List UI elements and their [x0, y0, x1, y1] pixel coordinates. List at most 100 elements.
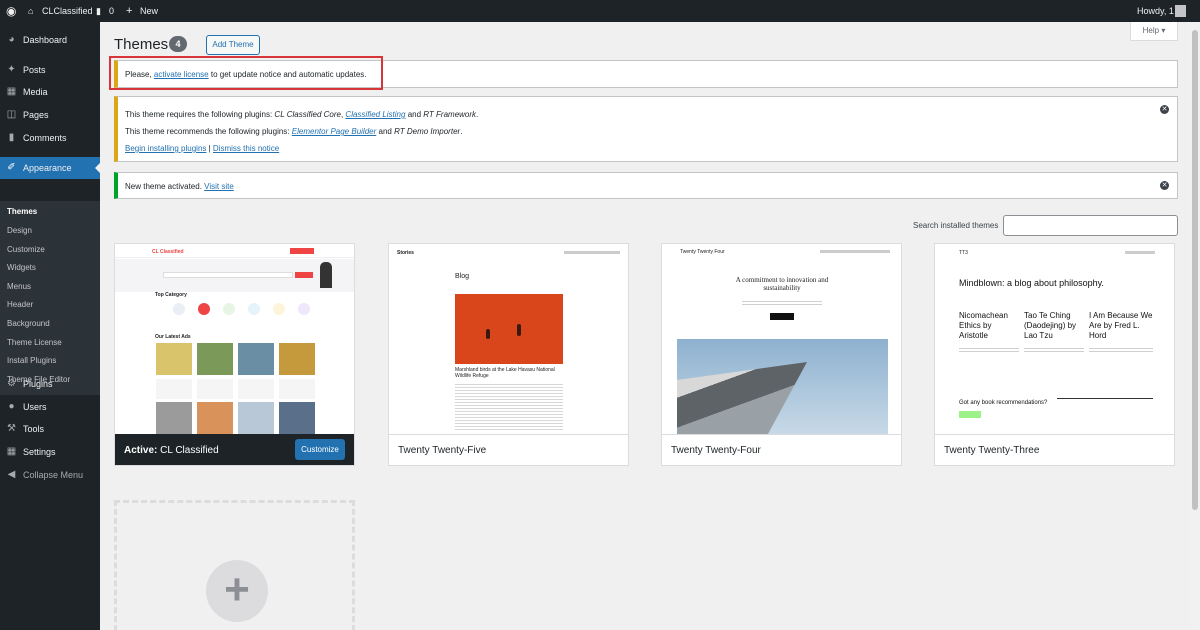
admin-bar: ◉ ⌂ CLClassified ▮ 0 + New Howdy, 1: [0, 0, 1200, 22]
preview-post-button: [290, 248, 314, 254]
preview-bird: [486, 329, 490, 339]
theme-card-cl-classified[interactable]: CL Classified Top Category Our Latest Ad…: [114, 243, 355, 466]
scrollbar[interactable]: [1190, 22, 1200, 630]
pin-icon: ✦: [7, 64, 16, 75]
menu-appearance[interactable]: ✐ Appearance: [0, 157, 100, 179]
preview-cat: [198, 303, 210, 315]
preview-hero-image: [455, 294, 563, 364]
theme-card-twenty-twenty-three[interactable]: TT3 Mindblown: a blog about philosophy. …: [934, 243, 1175, 466]
comment-bubble-icon[interactable]: ▮: [96, 0, 101, 22]
begin-installing-link[interactable]: Begin installing plugins: [125, 144, 206, 153]
preview-excerpt: [1024, 346, 1084, 354]
menu-plugins[interactable]: ⚙ Plugins: [0, 373, 100, 395]
avatar[interactable]: [1175, 5, 1186, 17]
submenu-widgets[interactable]: Widgets: [7, 259, 36, 277]
theme-name: Twenty Twenty-Four: [671, 445, 761, 456]
search-themes-input[interactable]: [1003, 215, 1178, 236]
theme-card-twenty-twenty-four[interactable]: Twenty Twenty Four A commitment to innov…: [661, 243, 902, 466]
preview-person: [320, 262, 332, 288]
preview-site-title: Stories: [397, 250, 414, 256]
plus-icon[interactable]: +: [126, 0, 132, 22]
add-new-theme-card[interactable]: +: [114, 500, 355, 630]
howdy-user[interactable]: Howdy, 1: [1137, 0, 1174, 22]
preview-ad-image: [238, 343, 274, 375]
preview-send-button: [959, 411, 981, 418]
collapse-icon: ◀: [7, 469, 16, 480]
customize-button[interactable]: Customize: [295, 439, 345, 460]
theme-count-badge: 4: [169, 36, 187, 52]
preview-cat: [248, 303, 260, 315]
site-name-link[interactable]: CLClassified: [42, 0, 93, 22]
preview-post-title: I Am Because We Are by Fred L. Hord: [1089, 311, 1153, 340]
preview-nav: [1125, 251, 1155, 254]
theme-screenshot[interactable]: TT3 Mindblown: a blog about philosophy. …: [935, 244, 1174, 434]
preview-excerpt: [1089, 346, 1153, 354]
submenu-background[interactable]: Background: [7, 315, 50, 333]
menu-tools[interactable]: ⚒ Tools: [0, 418, 100, 440]
preview-logo: CL Classified: [152, 249, 184, 255]
theme-screenshot[interactable]: Stories Blog Marshland birds at the Lake…: [389, 244, 628, 434]
submenu-themes[interactable]: Themes: [7, 203, 37, 221]
page-title: Themes: [114, 36, 169, 53]
preview-ad-image: [156, 402, 192, 434]
active-theme-name: Active: CL Classified: [124, 445, 219, 456]
preview-ad-image: [197, 402, 233, 434]
preview-ad-image: [279, 402, 315, 434]
dismiss-notice-link[interactable]: Dismiss this notice: [213, 144, 279, 153]
users-icon: ●: [8, 401, 15, 412]
preview-search-button: [295, 272, 313, 278]
admin-sidebar: ◕ Dashboard ✦ Posts ▦ Media ◫ Pages ▮ Comment…: [0, 22, 100, 630]
theme-footer: Twenty Twenty-Four: [662, 434, 901, 465]
preview-site-title: Twenty Twenty Four: [680, 249, 725, 255]
comment-icon: ▮: [8, 132, 15, 143]
classified-listing-link[interactable]: Classified Listing: [345, 110, 405, 119]
elementor-link[interactable]: Elementor Page Builder: [292, 127, 377, 136]
close-icon[interactable]: ✕: [1160, 105, 1169, 114]
highlight-box: [109, 56, 383, 90]
preview-ad-image: [197, 343, 233, 375]
pages-icon: ◫: [6, 109, 17, 120]
submenu-theme-license[interactable]: Theme License: [7, 334, 62, 352]
required-plugins-text: This theme requires the following plugin…: [125, 110, 479, 119]
close-icon[interactable]: ✕: [1160, 181, 1169, 190]
new-content-link[interactable]: New: [140, 0, 158, 22]
preview-cat: [173, 303, 185, 315]
plus-icon[interactable]: +: [206, 560, 268, 622]
menu-dashboard[interactable]: ◕ Dashboard: [0, 29, 100, 51]
comments-count[interactable]: 0: [109, 0, 114, 22]
preview-latest-title: Our Latest Ads: [155, 334, 191, 340]
preview-site-title: TT3: [959, 250, 968, 256]
submenu-menus[interactable]: Menus: [7, 278, 31, 296]
submenu-header[interactable]: Header: [7, 296, 33, 314]
submenu-install-plugins[interactable]: Install Plugins: [7, 352, 56, 370]
theme-footer: Twenty Twenty-Three: [935, 434, 1174, 465]
menu-settings[interactable]: ▦ Settings: [0, 441, 100, 463]
preview-bird: [517, 324, 521, 336]
home-icon[interactable]: ⌂: [28, 0, 33, 22]
theme-card-twenty-twenty-five[interactable]: Stories Blog Marshland birds at the Lake…: [388, 243, 629, 466]
submenu-design[interactable]: Design: [7, 222, 32, 240]
paintbrush-icon: ✐: [7, 162, 16, 173]
preview-post-title: Tao Te Ching (Daodejing) by Lao Tzu: [1024, 311, 1077, 340]
menu-posts[interactable]: ✦ Posts: [0, 59, 100, 81]
theme-screenshot[interactable]: CL Classified Top Category Our Latest Ad…: [115, 244, 354, 434]
main-content: Themes 4 Add Theme Help ▾ Please, activa…: [100, 22, 1190, 630]
preview-ad-text: [197, 379, 233, 399]
preview-subtext: [742, 299, 822, 306]
menu-users[interactable]: ● Users: [0, 396, 100, 418]
wordpress-logo-icon[interactable]: ◉: [6, 0, 16, 22]
help-tab-button[interactable]: Help ▾: [1130, 22, 1178, 41]
preview-cat: [298, 303, 310, 315]
preview-excerpt: [959, 346, 1019, 354]
menu-comments[interactable]: ▮ Comments: [0, 127, 100, 149]
preview-heading: A commitment to innovation and sustainab…: [735, 276, 829, 292]
preview-ad-image: [156, 343, 192, 375]
menu-pages[interactable]: ◫ Pages: [0, 104, 100, 126]
submenu-customize[interactable]: Customize: [7, 241, 45, 259]
visit-site-link[interactable]: Visit site: [204, 182, 234, 191]
menu-media[interactable]: ▦ Media: [0, 81, 100, 103]
theme-screenshot[interactable]: Twenty Twenty Four A commitment to innov…: [662, 244, 901, 434]
add-theme-button[interactable]: Add Theme: [206, 35, 260, 55]
menu-collapse[interactable]: ◀ Collapse Menu: [0, 464, 100, 486]
scrollbar-thumb[interactable]: [1192, 30, 1198, 510]
